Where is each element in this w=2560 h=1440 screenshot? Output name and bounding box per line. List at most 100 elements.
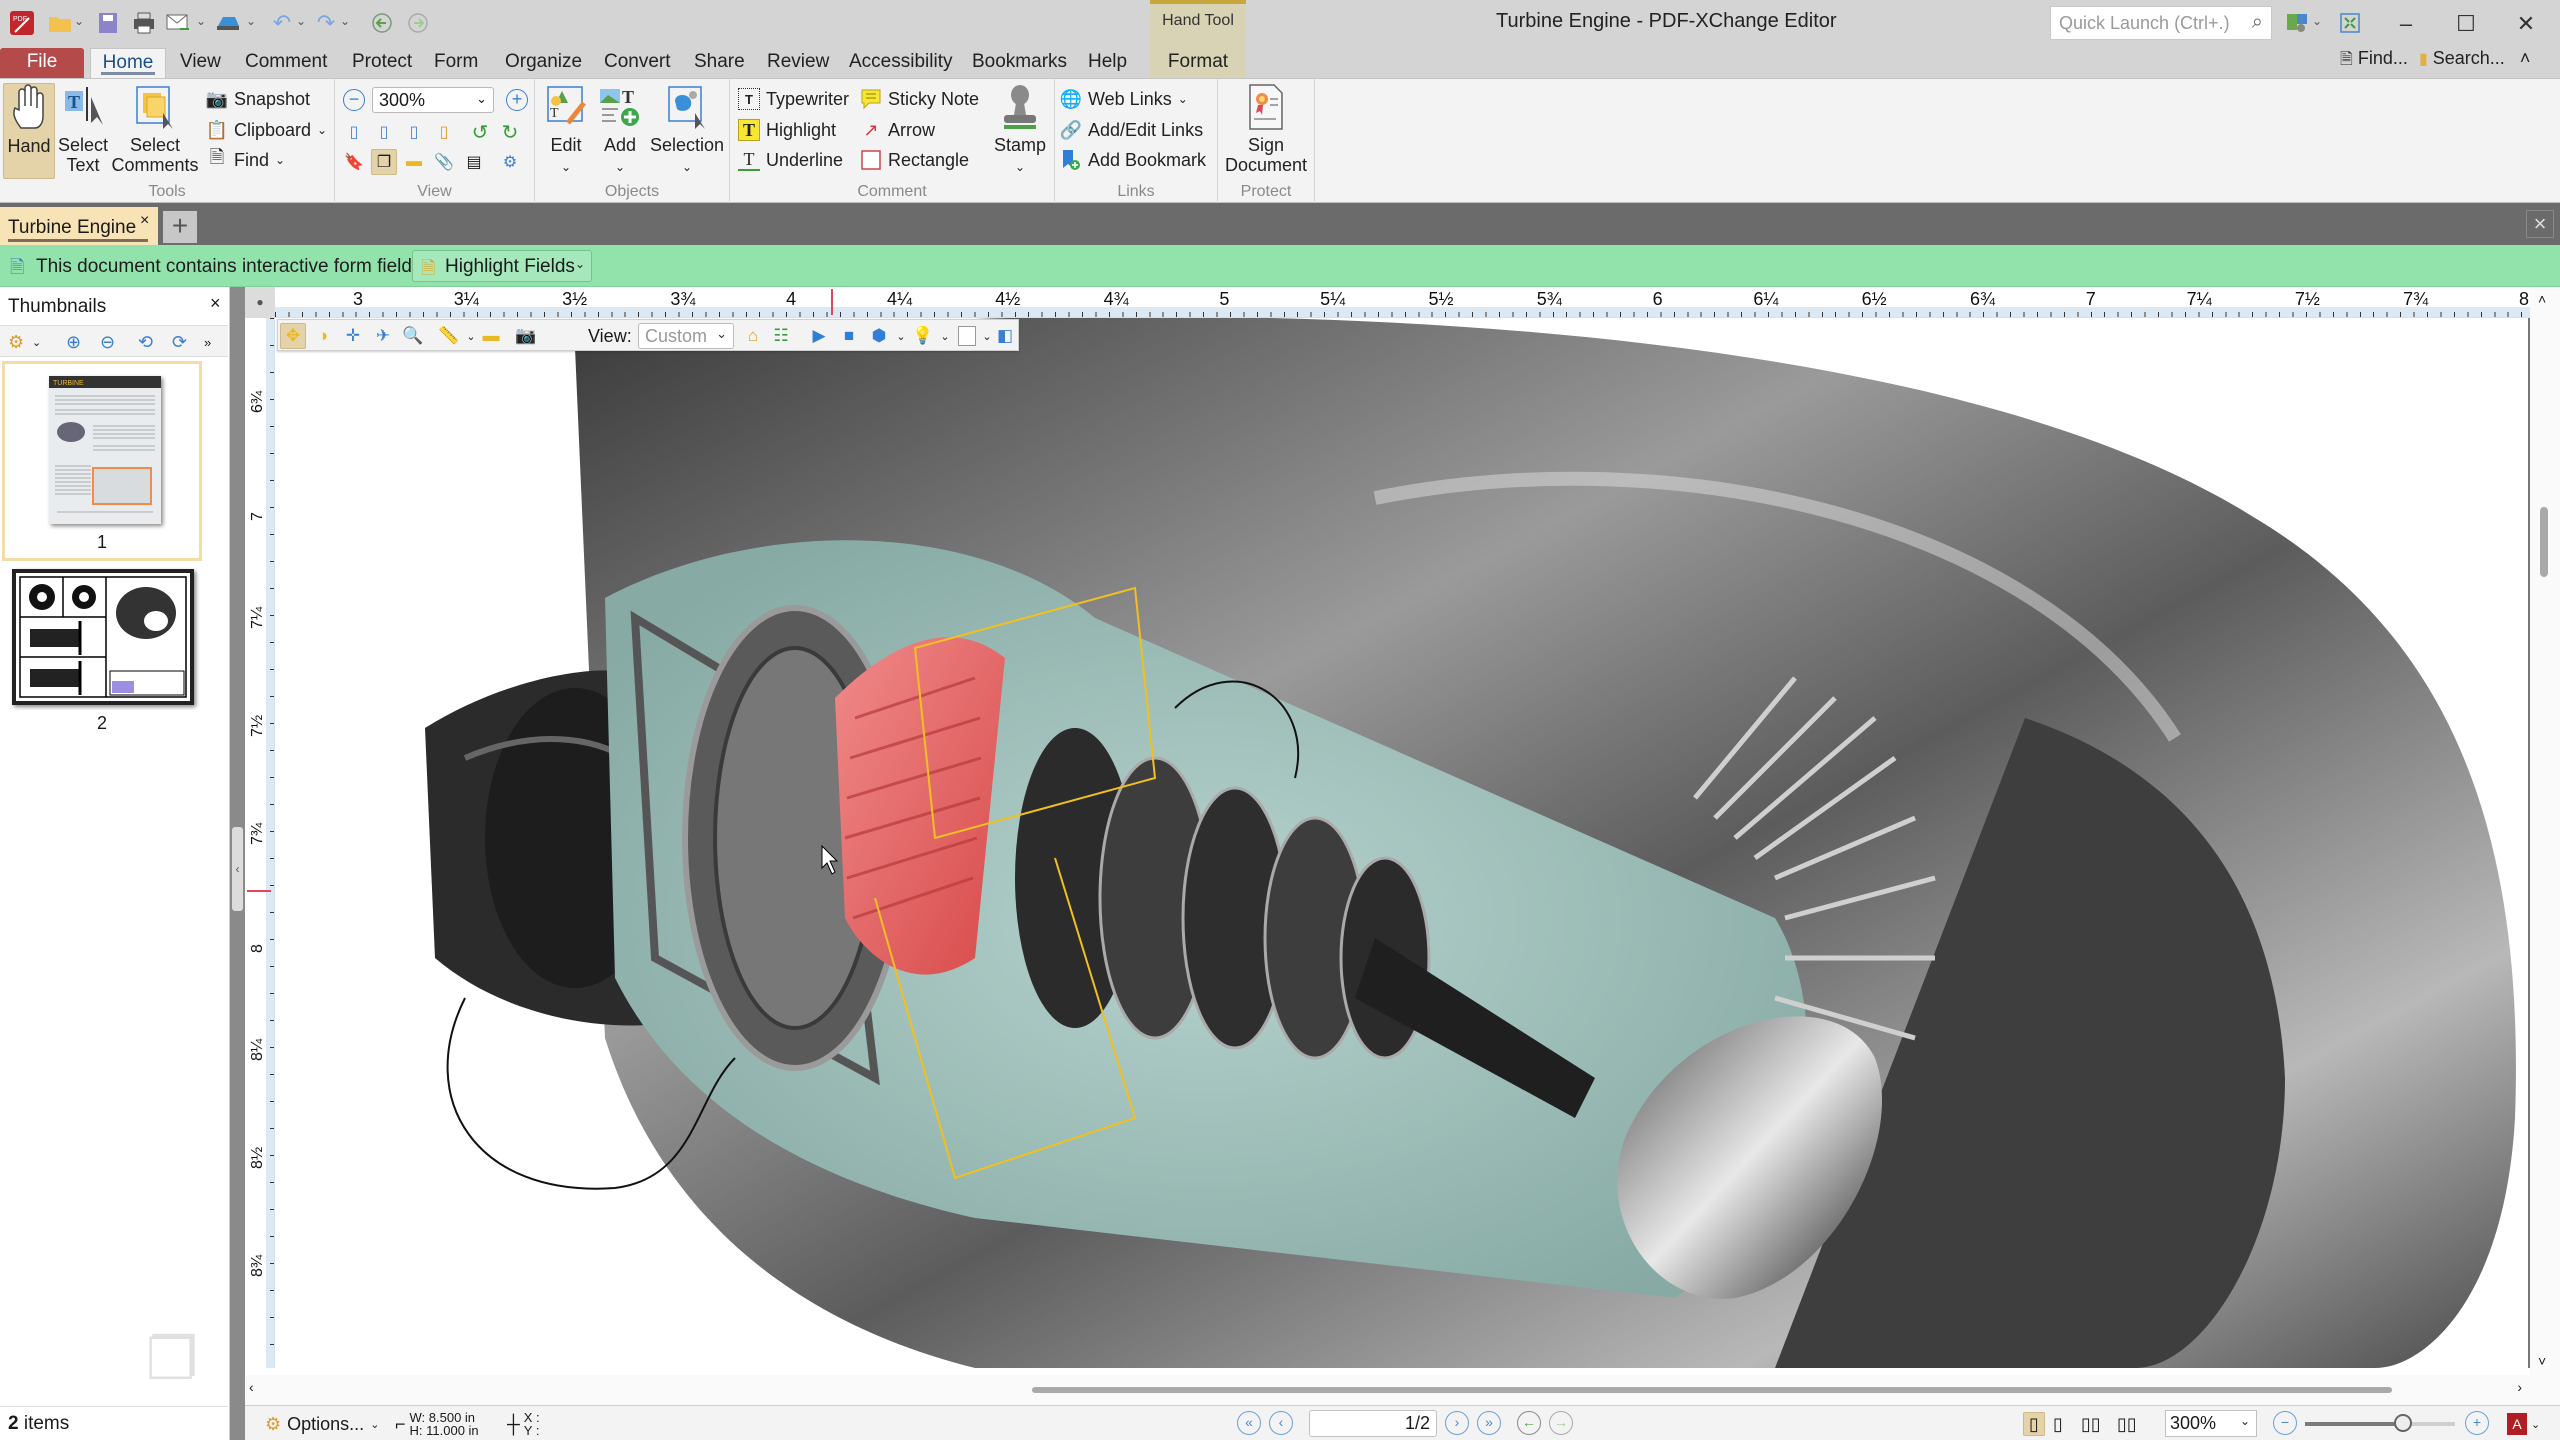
panel-splitter[interactable]: ‹ (230, 287, 245, 1440)
clipboard-button[interactable]: 📋 Clipboard ⌄ (206, 116, 327, 144)
status-zoom-in-button[interactable]: + (2465, 1411, 2489, 1435)
previous-page-button[interactable]: ‹ (1269, 1411, 1293, 1435)
scroll-up-arrow[interactable]: ˄ (2538, 291, 2546, 307)
walk-fly-icon[interactable]: ✈ (370, 323, 396, 349)
typewriter-button[interactable]: T Typewriter (738, 85, 849, 113)
thumbnails-pane-icon[interactable]: ❐ (371, 149, 397, 175)
actual-size-icon[interactable]: ▯ (341, 119, 367, 145)
quick-launch-input[interactable]: Quick Launch (Ctrl+.) ⌕ (2050, 6, 2272, 40)
add-edit-links-button[interactable]: 🔗 Add/Edit Links (1060, 116, 1203, 144)
thumbnail-page-2[interactable]: 2 (2, 569, 202, 749)
play-animation-icon[interactable]: ▶ (806, 323, 832, 349)
tab-organize[interactable]: Organize (505, 48, 582, 78)
rotate-cw-90-icon[interactable]: ⟳ (172, 330, 187, 354)
tab-home[interactable]: Home (90, 48, 166, 78)
rotate-right-icon[interactable]: ↻ (497, 119, 523, 145)
undo-dropdown-caret[interactable]: ⌄ (296, 14, 306, 28)
tab-convert[interactable]: Convert (604, 48, 671, 78)
collapse-ribbon-button[interactable]: ˄ (2520, 48, 2531, 68)
hand-tool-button[interactable]: Hand (3, 83, 55, 179)
single-page-layout-button[interactable]: ▯ (2023, 1412, 2045, 1436)
open-folder-icon[interactable] (46, 9, 74, 37)
close-window-button[interactable]: ✕ (2496, 4, 2556, 44)
zoom-combo[interactable]: 300% ⌄ (372, 87, 494, 113)
options-button[interactable]: ⚙ Options... ⌄ (265, 1412, 379, 1436)
camera-settings-icon[interactable]: 📷 (513, 323, 539, 349)
continuous-facing-layout-button[interactable]: ▯▯ (2117, 1412, 2137, 1436)
comment-3d-icon[interactable]: ▬ (478, 323, 504, 349)
last-page-button[interactable]: » (1477, 1411, 1501, 1435)
underline-button[interactable]: T Underline (738, 146, 843, 174)
scan-icon[interactable] (214, 9, 242, 37)
redo-icon[interactable]: ↷ (312, 9, 340, 37)
pdf-viewer-icon[interactable]: A ⌄ (2507, 1412, 2540, 1436)
zoom-slider-knob[interactable] (2393, 1414, 2412, 1432)
zoom-in-button[interactable]: + (506, 89, 528, 111)
back-icon[interactable] (368, 9, 396, 37)
close-thumbnails-icon[interactable]: × (210, 293, 221, 314)
close-document-button[interactable]: × (2526, 210, 2554, 238)
collapse-panel-handle[interactable]: ‹ (232, 827, 243, 911)
document-tab[interactable]: Turbine Engine × (0, 207, 158, 245)
select-text-button[interactable]: T Select Text (56, 83, 110, 175)
forward-icon[interactable] (404, 9, 432, 37)
customize-ui-icon[interactable] (2284, 9, 2312, 37)
vertical-ruler[interactable]: 6¾ 7 7¼ 7½ 7¾ 8 8¼ 8½ 8¾ (245, 318, 275, 1368)
status-zoom-out-button[interactable]: − (2273, 1411, 2297, 1435)
properties-pane-icon[interactable]: ⚙ (497, 149, 523, 175)
more-tools-icon[interactable]: » (204, 330, 211, 354)
open-dropdown-caret[interactable]: ⌄ (74, 14, 84, 28)
projection-icon[interactable]: ■ (836, 323, 862, 349)
new-tab-button[interactable]: + (163, 211, 197, 243)
fit-width-icon[interactable]: ▯ (401, 119, 427, 145)
tab-share[interactable]: Share (694, 48, 745, 78)
model-tree-icon[interactable]: ☷ (768, 323, 794, 349)
ruler-origin-button[interactable]: ● (245, 287, 275, 318)
tab-accessibility[interactable]: Accessibility (849, 48, 952, 78)
rectangle-button[interactable]: Rectangle (860, 146, 969, 174)
highlight-button[interactable]: T Highlight (738, 116, 836, 144)
find-tool-button[interactable]: 🗎 Find ⌄ (206, 146, 285, 174)
email-dropdown-caret[interactable]: ⌄ (196, 14, 206, 28)
fullscreen-icon[interactable] (2336, 9, 2364, 37)
stamp-button[interactable]: Stamp ⌄ (990, 83, 1050, 177)
rotate-3d-icon[interactable]: ✥ (280, 323, 306, 349)
scroll-left-arrow[interactable]: ‹ (249, 1379, 254, 1395)
spin-3d-icon[interactable]: ◑ (310, 323, 336, 349)
redo-dropdown-caret[interactable]: ⌄ (340, 14, 350, 28)
minimize-button[interactable]: – (2376, 4, 2436, 44)
zoom-out-button[interactable]: − (343, 89, 365, 111)
print-icon[interactable] (130, 9, 158, 37)
web-links-button[interactable]: 🌐 Web Links ⌄ (1060, 85, 1188, 113)
tab-form[interactable]: Form (434, 48, 478, 78)
fit-visible-icon[interactable]: ▯ (431, 119, 457, 145)
find-button[interactable]: Find... (2358, 48, 2408, 68)
view-combo[interactable]: Custom ⌄ (638, 323, 734, 349)
thumbnail-options-caret[interactable]: ⌄ (32, 330, 41, 354)
tab-view[interactable]: View (180, 48, 221, 78)
undo-icon[interactable]: ↶ (268, 9, 296, 37)
vertical-scroll-thumb[interactable] (2540, 507, 2548, 577)
thumbnail-page-1[interactable]: TURBINE 1 (2, 361, 202, 561)
maximize-button[interactable]: ☐ (2436, 4, 2496, 44)
thumbnail-zoom-out-icon[interactable]: ⊖ (100, 330, 115, 354)
select-comments-button[interactable]: Select Comments (110, 83, 200, 175)
tab-bookmarks[interactable]: Bookmarks (972, 48, 1067, 78)
first-page-button[interactable]: « (1237, 1411, 1261, 1435)
tab-help[interactable]: Help (1088, 48, 1127, 78)
attachments-pane-icon[interactable]: 📎 (431, 149, 457, 175)
sticky-note-button[interactable]: Sticky Note (860, 85, 979, 113)
email-icon[interactable] (164, 9, 192, 37)
zoom-slider[interactable] (2305, 1414, 2455, 1432)
horizontal-scrollbar[interactable]: ‹ › (245, 1375, 2530, 1405)
thumbnail-options-icon[interactable]: ⚙ (8, 330, 24, 354)
comments-pane-icon[interactable]: ▬ (401, 149, 427, 175)
add-button[interactable]: T Add ⌄ (595, 83, 645, 177)
add-bookmark-button[interactable]: Add Bookmark (1060, 146, 1206, 174)
cross-section-icon[interactable]: ◧ (992, 323, 1018, 349)
status-zoom-combo[interactable]: 300% ⌄ (2165, 1410, 2257, 1437)
tab-review[interactable]: Review (767, 48, 829, 78)
pdf-page[interactable] (275, 318, 2530, 1368)
fit-page-icon[interactable]: ▯ (371, 119, 397, 145)
rotate-ccw-90-icon[interactable]: ⟲ (138, 330, 153, 354)
